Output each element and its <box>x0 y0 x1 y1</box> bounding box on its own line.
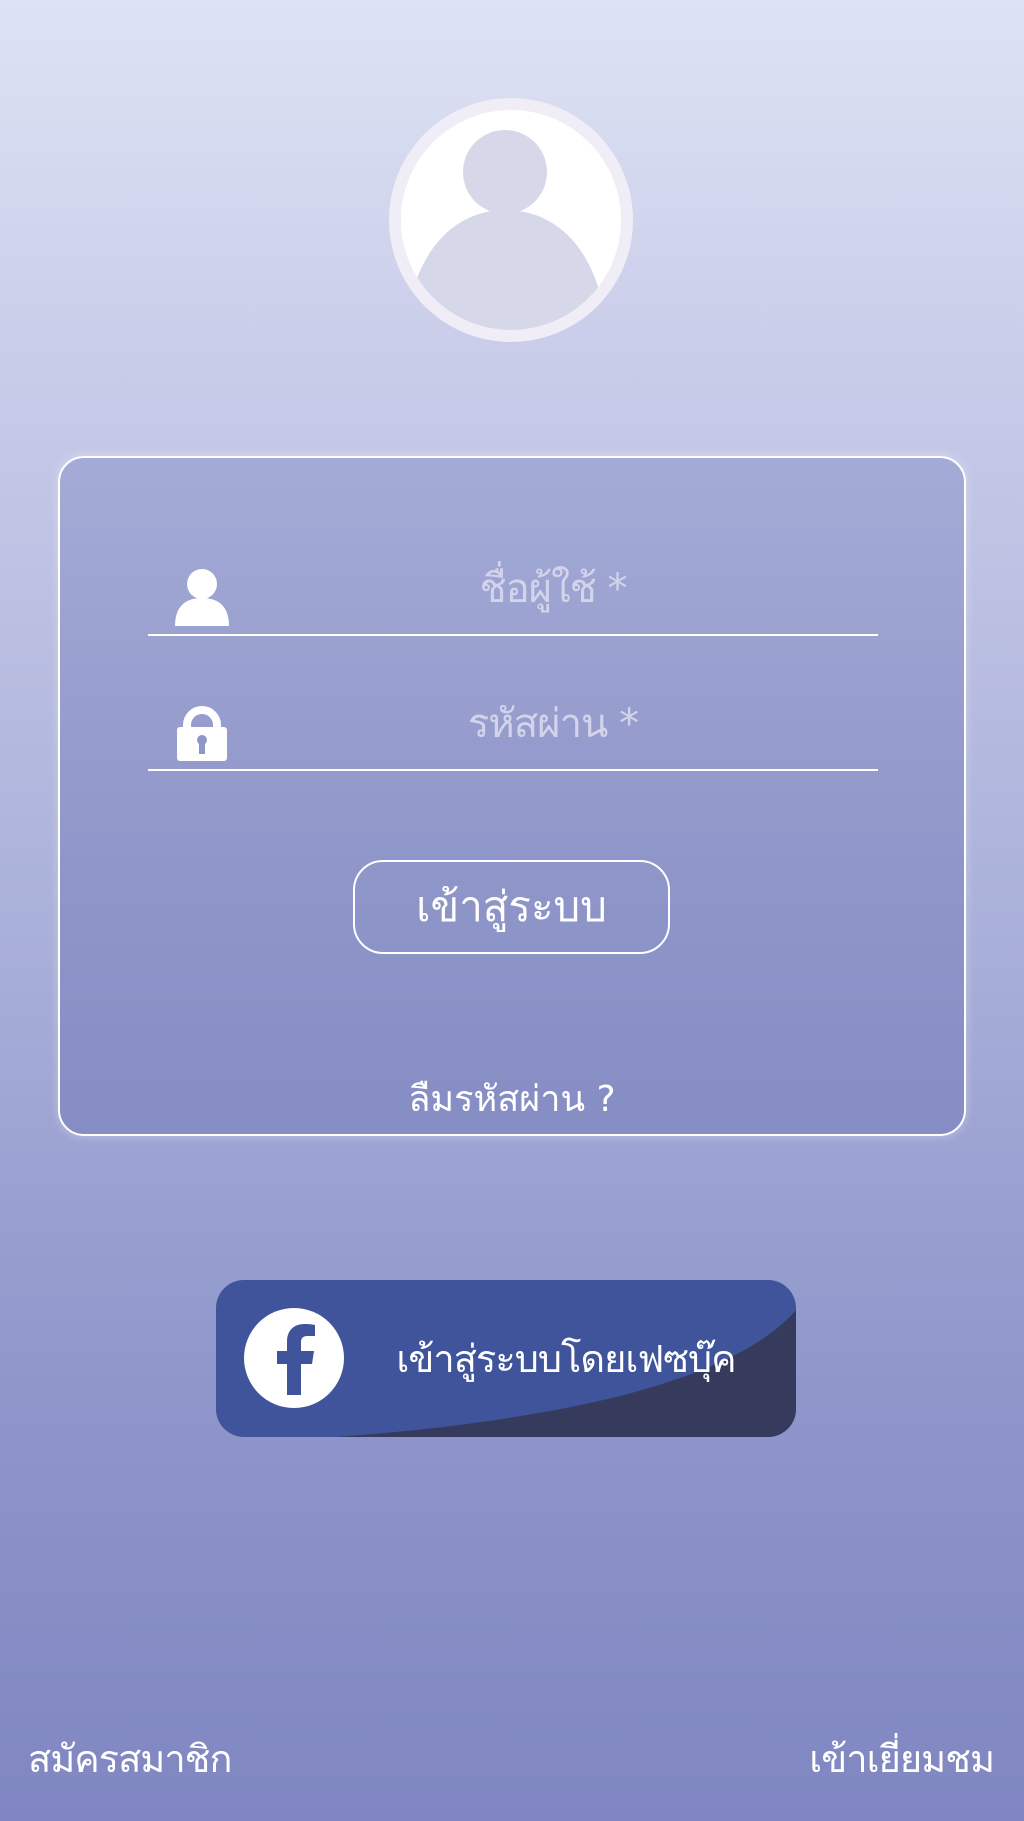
lock-icon <box>172 701 232 761</box>
profile-avatar[interactable] <box>389 98 633 342</box>
facebook-login-button[interactable]: เข้าสู่ระบบโดยเฟซบุ๊ค <box>216 1280 796 1437</box>
user-icon <box>172 566 232 626</box>
username-underline <box>148 634 878 636</box>
password-placeholder: รหัสผ่าน * <box>467 701 639 747</box>
username-placeholder: ชื่อผู้ใช้ * <box>479 566 627 612</box>
facebook-login-label: เข้าสู่ระบบโดยเฟซบุ๊ค <box>396 1337 736 1381</box>
password-underline <box>148 769 878 771</box>
username-field[interactable]: ชื่อผู้ใช้ * <box>148 550 878 636</box>
password-field[interactable]: รหัสผ่าน * <box>148 685 878 771</box>
signup-link[interactable]: สมัครสมาชิก <box>28 1728 232 1789</box>
user-avatar-icon <box>401 110 621 330</box>
login-button[interactable]: เข้าสู่ระบบ <box>353 860 670 954</box>
guest-link[interactable]: เข้าเยี่ยมชม <box>809 1728 995 1789</box>
facebook-icon <box>244 1308 344 1408</box>
forgot-password-link[interactable]: ลืมรหัสผ่าน ? <box>312 1070 712 1127</box>
